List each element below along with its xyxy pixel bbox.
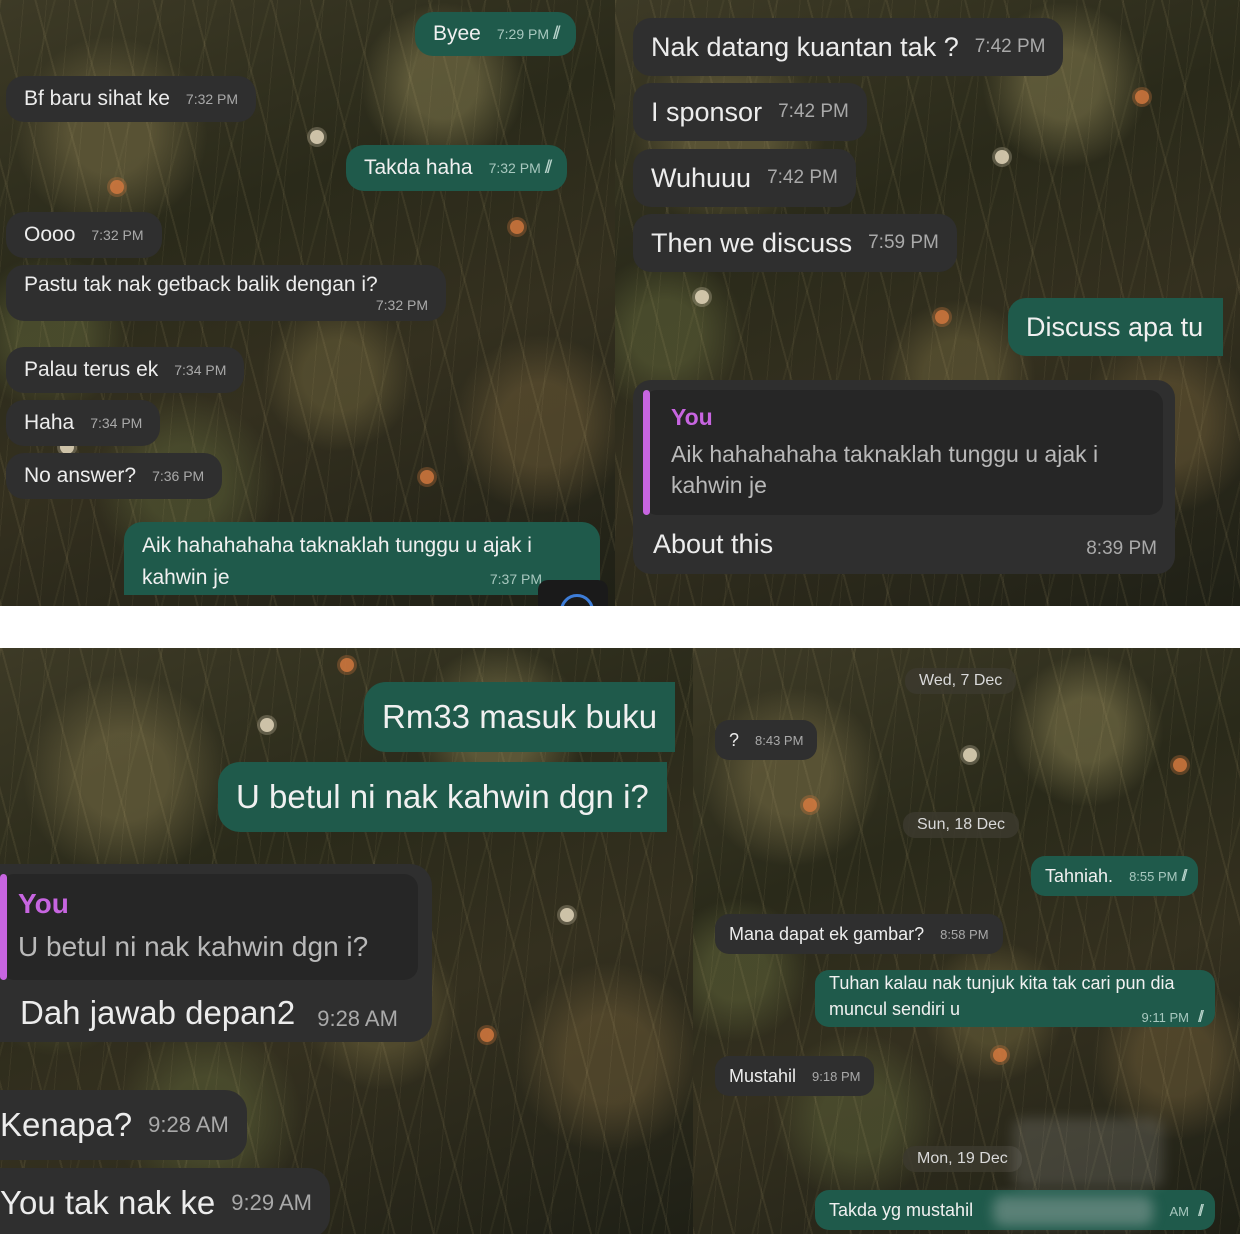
message-tahniah[interactable]: Tahniah. 8:55 PM // [1031, 856, 1199, 896]
message-time: 7:42 PM [778, 101, 849, 122]
message-kenapa[interactable]: Kenapa? 9:28 AM [0, 1090, 247, 1160]
message-text: I sponsor [651, 96, 763, 127]
message-text: Palau terus ek [24, 358, 159, 381]
message-text: Oooo [24, 223, 76, 246]
message-takda-haha[interactable]: Takda haha 7:32 PM // [346, 145, 568, 191]
message-text: Then we discuss [651, 227, 853, 258]
chat-panel-3: Rm33 masuk buku U betul ni nak kahwin dg… [0, 648, 693, 1234]
message-text: Discuss apa tu [1026, 311, 1204, 342]
message-text: Wuhuuu [651, 162, 752, 193]
date-separator: Sun, 18 Dec [903, 812, 1020, 838]
message-text: No answer? [24, 464, 137, 487]
redaction-blur [1013, 1118, 1163, 1188]
read-ticks-icon: // [1198, 1201, 1204, 1220]
message-time: 9:29 AM [231, 1190, 312, 1215]
message-text: Pastu tak nak getback balik dengan i? [24, 273, 378, 296]
message-time: 7:36 PM [152, 468, 205, 484]
read-ticks-icon: // [1181, 866, 1187, 885]
message-text: Nak datang kuantan tak ? [651, 31, 959, 62]
message-nak-datang[interactable]: Nak datang kuantan tak ? 7:42 PM [633, 18, 1064, 76]
message-time: 7:29 PM [496, 26, 550, 42]
message-time: 7:42 PM [767, 167, 838, 188]
chat-panel-1: Byee 7:29 PM // Bf baru sihat ke 7:32 PM… [0, 0, 615, 606]
message-time: 9:18 PM [812, 1068, 861, 1084]
message-time: 7:32 PM [185, 91, 239, 107]
quoted-author: You [671, 404, 713, 430]
message-time: 9:28 AM [148, 1112, 229, 1137]
quoted-text: Aik hahahahaha taknaklah tunggu u ajak i… [671, 441, 1099, 499]
message-text: Kenapa? [0, 1106, 133, 1143]
message-time: 7:32 PM [91, 227, 144, 243]
message-aik[interactable]: Aik hahahahaha taknaklah tunggu u ajak i… [124, 522, 600, 595]
message-pastu[interactable]: Pastu tak nak getback balik dengan i? 7:… [6, 265, 446, 321]
read-ticks-icon: // [553, 23, 560, 44]
message-time: 9:11 PM [1141, 1010, 1189, 1026]
scroll-down-button[interactable] [538, 580, 608, 606]
quoted-message[interactable]: You U betul ni nak kahwin dgn i? [0, 874, 418, 980]
message-text: Dah jawab depan2 [20, 993, 296, 1031]
message-time: 8:55 PM [1129, 868, 1178, 884]
quoted-message[interactable]: You Aik hahahahaha taknaklah tunggu u aj… [643, 390, 1163, 516]
message-rm33[interactable]: Rm33 masuk buku [364, 682, 676, 752]
message-text: U betul ni nak kahwin dgn i? [236, 778, 649, 815]
message-text: Rm33 masuk buku [382, 698, 658, 735]
message-time: 7:42 PM [974, 36, 1046, 57]
chat-panel-4: Wed, 7 Dec ? 8:43 PM Sun, 18 Dec Tahniah… [693, 648, 1240, 1234]
message-time: AM [1169, 1203, 1189, 1219]
message-no-answer[interactable]: No answer? 7:36 PM [6, 453, 223, 499]
message-text: About this [653, 529, 774, 560]
message-mustahil[interactable]: Mustahil 9:18 PM [715, 1056, 875, 1096]
message-haha[interactable]: Haha 7:34 PM [6, 400, 161, 446]
message-bf-baru[interactable]: Bf baru sihat ke 7:32 PM [6, 76, 257, 122]
message-time: 7:59 PM [868, 232, 939, 253]
message-time: 7:32 PM [375, 297, 428, 313]
message-text: Mustahil [729, 1065, 797, 1086]
message-time: 7:37 PM [489, 571, 542, 587]
message-text: Tahniah. [1045, 865, 1114, 886]
read-ticks-icon: // [544, 157, 552, 178]
message-time: 8:43 PM [755, 732, 804, 748]
message-you-tak-nak-ke[interactable]: You tak nak ke 9:29 AM [0, 1168, 330, 1234]
reply-message-dah-jawab[interactable]: You U betul ni nak kahwin dgn i? Dah jaw… [0, 864, 432, 1042]
scroll-down-icon [560, 594, 594, 606]
message-time: 7:34 PM [90, 415, 143, 431]
message-oooo[interactable]: Oooo 7:32 PM [6, 212, 162, 258]
message-wuhuuu[interactable]: Wuhuuu 7:42 PM [633, 149, 856, 207]
message-palau[interactable]: Palau terus ek 7:34 PM [6, 347, 245, 393]
message-discuss-apa-tu[interactable]: Discuss apa tu [1008, 298, 1224, 356]
message-text: Bf baru sihat ke [24, 87, 170, 110]
message-time: 7:32 PM [488, 160, 541, 176]
message-text: You tak nak ke [0, 1184, 216, 1221]
message-time: 9:28 AM [317, 1005, 398, 1031]
redaction-blur [993, 1196, 1153, 1226]
message-mana-dapat[interactable]: Mana dapat ek gambar? 8:58 PM [715, 914, 1003, 954]
message-i-sponsor[interactable]: I sponsor 7:42 PM [633, 83, 867, 141]
quoted-text: U betul ni nak kahwin dgn i? [18, 931, 369, 962]
message-text: Takda haha [364, 156, 473, 179]
message-time: 8:39 PM [1086, 538, 1157, 560]
message-meta: AM // [1153, 1200, 1204, 1221]
reply-message-about-this[interactable]: You Aik hahahahaha taknaklah tunggu u aj… [633, 380, 1175, 575]
message-then-we-discuss[interactable]: Then we discuss 7:59 PM [633, 214, 957, 272]
message-text: Byee [433, 22, 481, 45]
message-time: 8:58 PM [940, 926, 989, 942]
message-text: ? [729, 729, 740, 750]
message-meta: 9:11 PM // [1141, 1006, 1204, 1027]
message-tuhan[interactable]: Tuhan kalau nak tunjuk kita tak cari pun… [815, 970, 1215, 1028]
read-ticks-icon: // [1198, 1008, 1204, 1027]
message-byee[interactable]: Byee 7:29 PM // [415, 12, 576, 56]
message-text: Takda yg mustahil [829, 1199, 974, 1220]
message-text: Haha [24, 411, 75, 434]
date-separator: Wed, 7 Dec [905, 668, 1017, 694]
message-text: Mana dapat ek gambar? [729, 923, 925, 944]
quoted-author: You [18, 888, 69, 919]
message-u-betul[interactable]: U betul ni nak kahwin dgn i? [218, 762, 667, 832]
message-question[interactable]: ? 8:43 PM [715, 720, 818, 760]
chat-panel-2: Nak datang kuantan tak ? 7:42 PM I spons… [615, 0, 1240, 606]
message-time: 7:34 PM [174, 362, 227, 378]
date-separator: Mon, 19 Dec [903, 1146, 1022, 1172]
